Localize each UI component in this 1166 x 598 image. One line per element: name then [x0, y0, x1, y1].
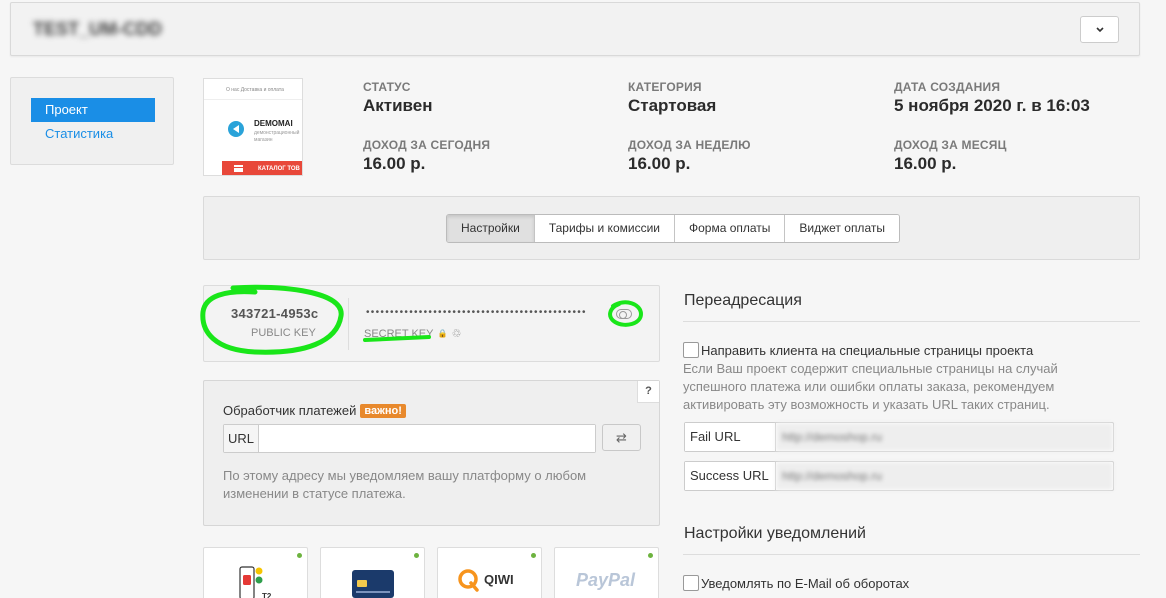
tab-payment-widget[interactable]: Виджет оплаты	[785, 215, 899, 242]
regenerate-icon[interactable]: ♲	[451, 327, 461, 340]
created-value: 5 ноября 2020 г. в 16:03	[894, 96, 1090, 115]
telegram-logo-icon	[228, 121, 244, 137]
tab-tariffs[interactable]: Тарифы и комиссии	[534, 215, 675, 242]
payment-handler-panel: ? Обработчик платежей важно! URL ⇄ По эт…	[203, 380, 660, 526]
help-button[interactable]: ?	[637, 381, 659, 403]
fail-url-label: Fail URL	[685, 423, 776, 451]
redirect-checkbox-label: Направить клиента на специальные страниц…	[701, 342, 1034, 358]
qiwi-label: QIWI	[484, 572, 514, 587]
project-title: TEST_UM-CDD	[33, 19, 162, 39]
success-url-input[interactable]: http://demoshop.ru	[776, 462, 1113, 490]
notify-email-label: Уведомлять по E-Mail об оборотах	[701, 575, 910, 591]
hamburger-icon	[234, 165, 243, 172]
payment-method-paypal[interactable]: PayPal	[554, 547, 659, 598]
notify-email-checkbox-row[interactable]: Уведомлять по E-Mail об оборотах	[683, 575, 909, 591]
payment-method-card[interactable]	[320, 547, 425, 598]
active-dot-icon	[414, 553, 419, 558]
notify-email-checkbox[interactable]	[683, 575, 699, 591]
handler-note: По этому адресу мы уведомляем вашу платф…	[223, 468, 587, 501]
paypal-label: PayPal	[576, 570, 636, 590]
thumbnail-site-name: DEMOMAI	[254, 119, 293, 128]
keys-panel: 343721-4953c PUBLIC KEY ••••••••••••••••…	[203, 285, 660, 362]
bank-card-icon	[352, 570, 394, 598]
created-label: ДАТА СОЗДАНИЯ	[894, 80, 1001, 94]
qiwi-logo-icon	[458, 569, 479, 592]
handler-title: Обработчик платежей	[223, 403, 357, 418]
thumbnail-sub2: магазин	[254, 137, 273, 143]
keys-divider	[348, 298, 349, 350]
active-dot-icon	[648, 553, 653, 558]
thumbnail-nav: О нас Доставка и оплата	[226, 87, 284, 93]
refresh-icon: ⇄	[616, 430, 627, 445]
tab-settings[interactable]: Настройки	[447, 215, 535, 242]
fail-url-field: Fail URL http://demoshop.ru	[684, 422, 1114, 452]
payment-method-qiwi[interactable]: QIWI	[437, 547, 542, 598]
income-today-value: 16.00 р.	[363, 154, 426, 173]
success-url-label: Success URL	[685, 462, 776, 490]
handler-refresh-button[interactable]: ⇄	[602, 424, 641, 451]
redirect-note: Если Ваш проект содержит специальные стр…	[683, 361, 1058, 412]
secret-key-masked: ••••••••••••••••••••••••••••••••••••••••…	[366, 307, 587, 318]
thumbnail-catalog-bar: КАТАЛОГ ТОВ	[222, 161, 302, 175]
public-key-label: PUBLIC KEY	[251, 327, 316, 339]
operator-label: T2	[262, 592, 272, 598]
tab-bar: Настройки Тарифы и комиссии Форма оплаты…	[446, 214, 900, 243]
redirect-checkbox-row[interactable]: Направить клиента на специальные страниц…	[683, 342, 1033, 358]
show-secret-toggle-icon[interactable]	[616, 309, 632, 319]
status-label: СТАТУС	[363, 80, 411, 94]
important-badge: важно!	[360, 403, 406, 418]
public-key-value[interactable]: 343721-4953c	[231, 306, 318, 321]
project-header: TEST_UM-CDD	[10, 2, 1140, 56]
active-dot-icon	[531, 553, 536, 558]
tab-payment-form[interactable]: Форма оплаты	[674, 215, 786, 242]
category-label: КАТЕГОРИЯ	[628, 80, 702, 94]
thumbnail-divider	[204, 99, 302, 100]
lock-icon: 🔒	[437, 329, 448, 338]
success-url-field: Success URL http://demoshop.ru	[684, 461, 1114, 491]
fail-url-input[interactable]: http://demoshop.ru	[776, 423, 1113, 451]
income-month-label: ДОХОД ЗА МЕСЯЦ	[894, 138, 1007, 152]
handler-title-row: Обработчик платежей важно!	[223, 403, 406, 418]
project-menu-toggle[interactable]	[1080, 16, 1119, 43]
notifications-divider	[683, 554, 1140, 555]
handler-url-input[interactable]	[259, 425, 595, 452]
secret-key-label: SECRET KEY	[364, 327, 434, 340]
chevron-down-icon	[1095, 26, 1104, 32]
income-month-value: 16.00 р.	[894, 154, 957, 173]
status-value: Активен	[363, 96, 433, 115]
thumbnail-catalog-label: КАТАЛОГ ТОВ	[258, 166, 300, 172]
income-today-label: ДОХОД ЗА СЕГОДНЯ	[363, 138, 491, 152]
handler-url-group: URL	[223, 424, 596, 453]
income-week-value: 16.00 р.	[628, 154, 691, 173]
thumbnail-sub1: демонстрационный	[254, 130, 300, 136]
redirect-title: Переадресация	[684, 292, 802, 309]
secret-key-label-row: SECRET KEY 🔒 ♲	[364, 327, 461, 341]
tabs-panel: Настройки Тарифы и комиссии Форма оплаты…	[203, 196, 1140, 260]
active-dot-icon	[297, 553, 302, 558]
sidebar-item-statistics[interactable]: Статистика	[31, 122, 155, 146]
payment-method-mobile[interactable]: T2	[203, 547, 308, 598]
project-thumbnail[interactable]: О нас Доставка и оплата DEMOMAI демонстр…	[203, 78, 303, 176]
redirect-checkbox[interactable]	[683, 342, 699, 358]
category-value: Стартовая	[628, 96, 717, 115]
income-week-label: ДОХОД ЗА НЕДЕЛЮ	[628, 138, 751, 152]
sidebar: Проект Статистика	[10, 77, 174, 165]
url-addon-label: URL	[224, 425, 259, 452]
sidebar-item-project[interactable]: Проект	[31, 98, 155, 122]
phone-icon	[239, 566, 263, 598]
redirect-divider	[683, 321, 1140, 322]
notifications-title: Настройки уведомлений	[684, 525, 866, 542]
